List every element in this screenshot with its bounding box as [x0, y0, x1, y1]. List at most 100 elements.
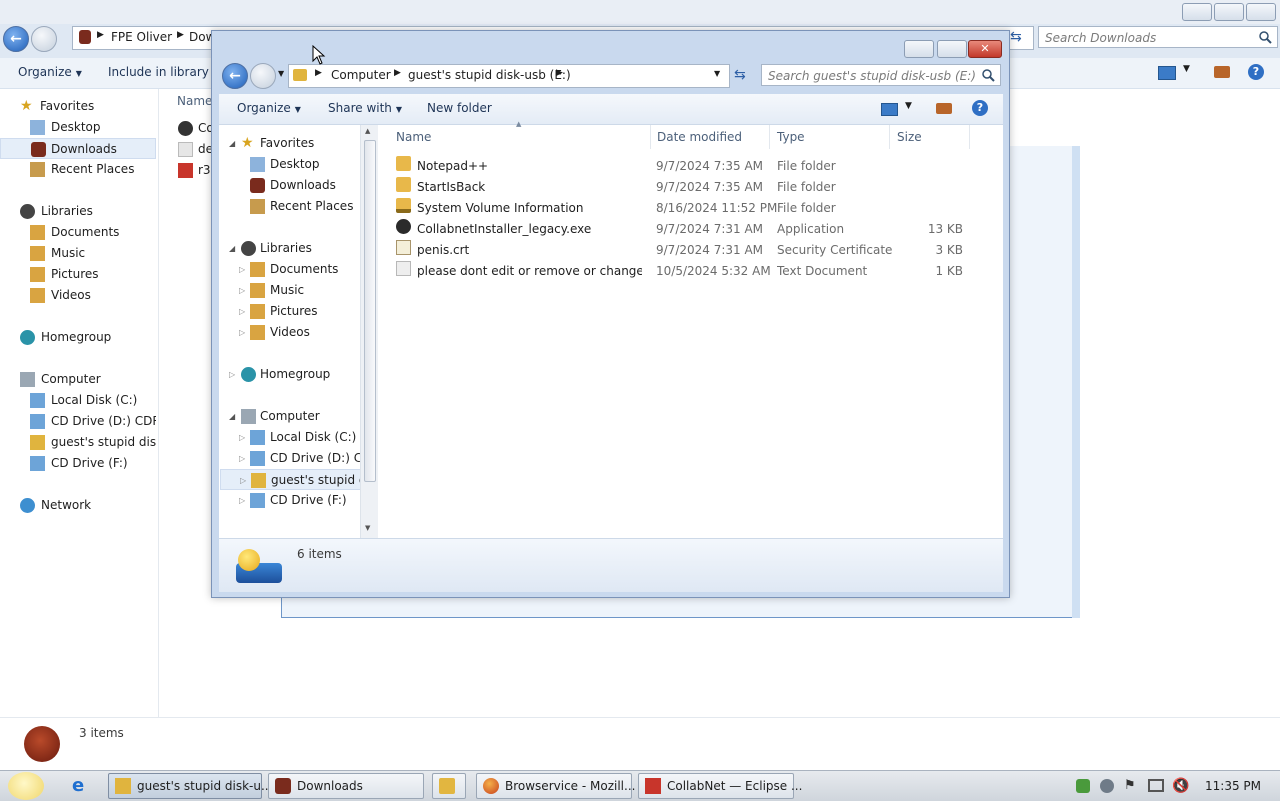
expand-arrow-icon[interactable]: ▷: [239, 280, 245, 301]
nav-downloads[interactable]: Downloads: [250, 175, 370, 196]
internet-explorer-icon[interactable]: e: [72, 776, 92, 796]
nav-usb-e[interactable]: guest's stupid disk-usb (E:): [30, 432, 156, 453]
nav-computer[interactable]: Computer: [20, 369, 156, 390]
taskbar-button-firefox[interactable]: Browservice - Mozill...: [476, 773, 635, 799]
change-view-icon[interactable]: [881, 103, 898, 116]
nav-cd-drive-d[interactable]: CD Drive (D:) CDROM: [30, 411, 156, 432]
nav-music[interactable]: Music: [30, 243, 156, 264]
preview-pane-icon[interactable]: [936, 103, 952, 114]
minimize-button[interactable]: [1182, 3, 1212, 21]
file-row-system-volume-information[interactable]: System Volume Information 8/16/2024 11:5…: [392, 198, 982, 219]
nav-recent-places[interactable]: Recent Places: [30, 159, 156, 180]
close-button[interactable]: [1246, 3, 1276, 21]
collapse-arrow-icon[interactable]: ◢: [229, 406, 235, 427]
taskbar-button-media[interactable]: [432, 773, 466, 799]
nav-local-disk-c[interactable]: Local Disk (C:): [30, 390, 156, 411]
search-downloads-input[interactable]: Search Downloads: [1038, 26, 1278, 48]
nav-network[interactable]: Network: [20, 495, 156, 516]
file-row-text-document[interactable]: please dont edit or remove or change or …: [392, 261, 982, 282]
file-row-notepadpp[interactable]: Notepad++ 9/7/2024 7:35 AM File folder: [392, 156, 982, 177]
volume-muted-icon[interactable]: 🔇: [1172, 777, 1190, 795]
file-row[interactable]: de: [178, 139, 212, 160]
breadcrumb-fpe-oliver[interactable]: FPE Oliver: [111, 30, 172, 44]
back-button[interactable]: ←: [222, 63, 248, 89]
breadcrumb-computer[interactable]: Computer: [331, 68, 391, 82]
expand-arrow-icon[interactable]: ▷: [239, 259, 245, 280]
organize-button[interactable]: Organize ▼: [237, 94, 301, 124]
column-header-name[interactable]: Name: [396, 125, 651, 149]
nav-pane-scrollbar[interactable]: ▲ ▼: [360, 125, 378, 538]
start-button[interactable]: [8, 772, 44, 800]
nav-computer[interactable]: ◢ Computer: [229, 406, 369, 427]
system-clock[interactable]: 11:35 PM: [1205, 771, 1261, 801]
scroll-up-icon[interactable]: ▲: [365, 127, 370, 135]
file-row[interactable]: Co: [178, 118, 212, 139]
nav-homegroup[interactable]: Homegroup: [20, 327, 156, 348]
nav-favorites[interactable]: ◢ ★ Favorites: [229, 133, 369, 154]
share-with-button[interactable]: Share with ▼: [328, 94, 402, 124]
include-in-library-button[interactable]: Include in library: [108, 58, 209, 86]
scroll-down-icon[interactable]: ▼: [365, 524, 370, 532]
maximize-button[interactable]: [1214, 3, 1244, 21]
column-header-size[interactable]: Size: [897, 125, 970, 149]
nav-recent-places[interactable]: Recent Places: [250, 196, 370, 217]
nav-desktop[interactable]: Desktop: [30, 117, 156, 138]
expand-arrow-icon[interactable]: ▷: [239, 427, 245, 448]
new-folder-button[interactable]: New folder: [427, 94, 492, 122]
file-row-certificate[interactable]: penis.crt 9/7/2024 7:31 AM Security Cert…: [392, 240, 982, 261]
nav-libraries[interactable]: ◢ Libraries: [229, 238, 369, 259]
file-row-startisback[interactable]: StartIsBack 9/7/2024 7:35 AM File folder: [392, 177, 982, 198]
chevron-down-icon[interactable]: ▼: [905, 101, 912, 111]
nav-music[interactable]: ▷ Music: [239, 280, 370, 301]
taskbar-button-usb-drive[interactable]: guest's stupid disk-u...: [108, 773, 272, 799]
preview-pane-icon[interactable]: [1214, 66, 1230, 78]
nav-desktop[interactable]: Desktop: [250, 154, 370, 175]
refresh-icon[interactable]: ⇆: [734, 66, 752, 84]
shield-icon[interactable]: [1076, 779, 1090, 793]
collapse-arrow-icon[interactable]: ◢: [229, 133, 235, 154]
file-row-collabnet-installer[interactable]: CollabnetInstaller_legacy.exe 9/7/2024 7…: [392, 219, 982, 240]
close-button[interactable]: ✕: [968, 40, 1002, 58]
expand-arrow-icon[interactable]: ▷: [229, 364, 235, 385]
nav-downloads[interactable]: Downloads: [0, 138, 156, 159]
address-bar[interactable]: ▶ Computer ▶ guest's stupid disk-usb (E:…: [288, 64, 730, 88]
nav-pictures[interactable]: Pictures: [30, 264, 156, 285]
address-history-chevron-icon[interactable]: ▼: [714, 69, 720, 78]
collapse-arrow-icon[interactable]: ◢: [229, 238, 235, 259]
recent-pages-chevron-icon[interactable]: ▼: [278, 69, 284, 78]
organize-button[interactable]: Organize ▼: [18, 58, 82, 88]
help-icon[interactable]: ?: [972, 100, 988, 116]
expand-arrow-icon[interactable]: ▷: [239, 490, 245, 511]
scrollbar-thumb[interactable]: [364, 140, 376, 482]
nav-videos[interactable]: Videos: [30, 285, 156, 306]
minimize-button[interactable]: [904, 40, 934, 58]
nav-libraries[interactable]: Libraries: [20, 201, 156, 222]
nav-cd-drive-f[interactable]: ▷ CD Drive (F:): [239, 490, 370, 511]
help-icon[interactable]: ?: [1248, 64, 1264, 80]
maximize-button[interactable]: [937, 40, 967, 58]
nav-videos[interactable]: ▷ Videos: [239, 322, 370, 343]
nav-documents[interactable]: Documents: [30, 222, 156, 243]
forward-button[interactable]: [31, 26, 57, 52]
column-header-date-modified[interactable]: Date modified: [657, 125, 770, 149]
forward-button[interactable]: [250, 63, 276, 89]
expand-arrow-icon[interactable]: ▷: [239, 301, 245, 322]
column-header-type[interactable]: Type: [777, 125, 890, 149]
breadcrumb-usb-drive[interactable]: guest's stupid disk-usb (E:): [408, 68, 571, 82]
back-button[interactable]: ←: [3, 26, 29, 52]
expand-arrow-icon[interactable]: ▷: [239, 322, 245, 343]
nav-homegroup[interactable]: ▷ Homegroup: [229, 364, 369, 385]
file-row[interactable]: r3c: [178, 160, 212, 181]
refresh-icon[interactable]: ⇆: [1010, 28, 1028, 46]
chevron-down-icon[interactable]: ▼: [1183, 64, 1190, 74]
nav-documents[interactable]: ▷ Documents: [239, 259, 370, 280]
nav-cd-drive-d[interactable]: ▷ CD Drive (D:) CDROM: [239, 448, 370, 469]
nav-favorites[interactable]: ★ Favorites: [20, 96, 156, 117]
search-usb-drive-input[interactable]: Search guest's stupid disk-usb (E:): [761, 64, 1001, 86]
nav-local-disk-c[interactable]: ▷ Local Disk (C:): [239, 427, 370, 448]
column-header-name[interactable]: Name: [177, 89, 212, 113]
expand-arrow-icon[interactable]: ▷: [239, 448, 245, 469]
nav-cd-drive-f[interactable]: CD Drive (F:): [30, 453, 156, 474]
taskbar-button-eclipse[interactable]: CollabNet — Eclipse ...: [638, 773, 802, 799]
display-icon[interactable]: [1148, 779, 1164, 792]
